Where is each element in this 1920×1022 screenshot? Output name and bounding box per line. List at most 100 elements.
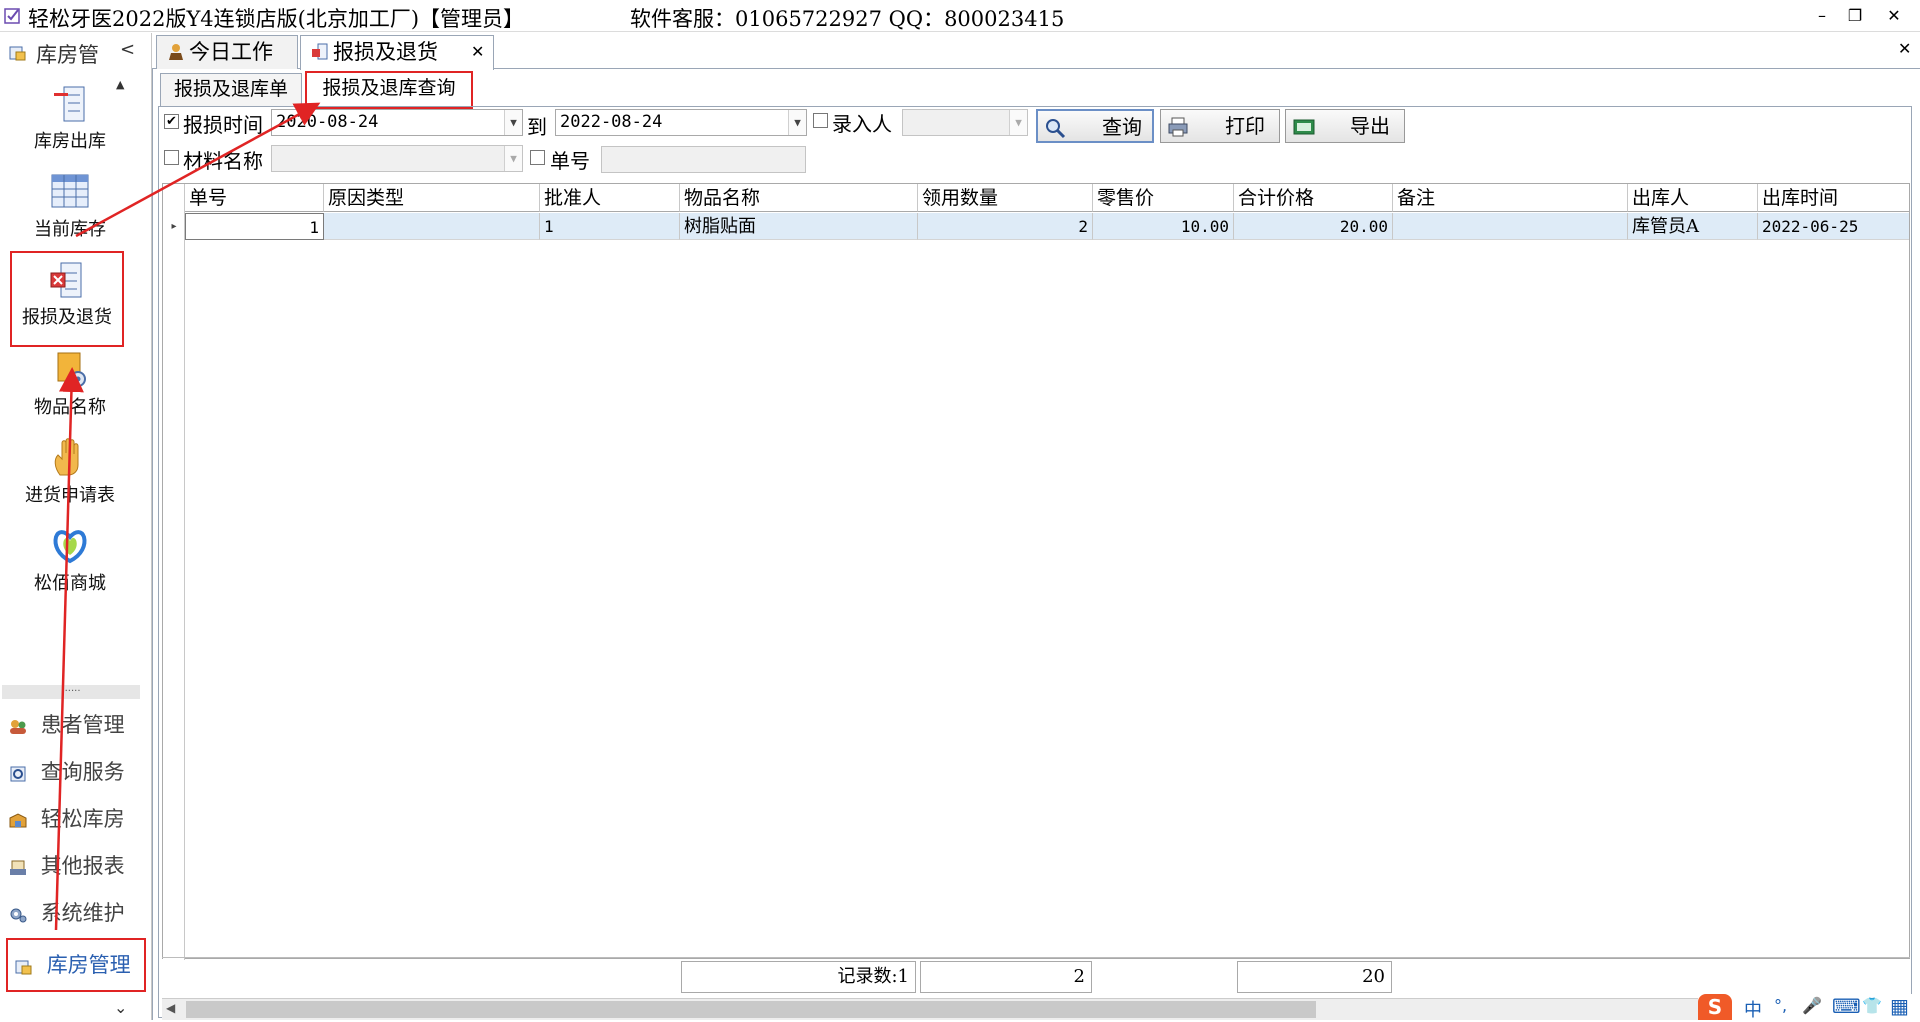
toolbox-icon[interactable]: ▦ (1890, 994, 1909, 1018)
sidebar-item-item-names[interactable]: 物品名称 (0, 349, 140, 419)
query-button-label: 查询 (1102, 115, 1142, 139)
col-header-item[interactable]: 物品名称 (680, 184, 918, 212)
panel-close-icon[interactable]: ✕ (1898, 39, 1911, 58)
module-warehouse[interactable]: 轻松库房 (8, 799, 148, 839)
ime-lang-toggle[interactable]: 中 (1744, 996, 1762, 1022)
module-patients[interactable]: 患者管理 (8, 705, 148, 745)
row-header-column (163, 184, 185, 960)
col-header-time[interactable]: 出库时间 (1758, 184, 1909, 212)
sidebar-item-stock[interactable]: 当前库存 (0, 171, 140, 241)
summary-divider (162, 957, 1910, 958)
module-label: 系统维护 (40, 901, 125, 925)
ime-toolbar: S 中 °, 🎤 ⌨ 👕 ▦ (1698, 994, 1920, 1022)
module-reports[interactable]: 其他报表 (8, 846, 148, 886)
damage-return-icon (312, 43, 328, 60)
search-icon (1046, 119, 1066, 139)
cell-reason[interactable] (324, 213, 540, 240)
module-label: 查询服务 (40, 760, 125, 784)
col-header-qty[interactable]: 领用数量 (918, 184, 1093, 212)
module-storage-mgmt[interactable]: 库房管理 (6, 938, 146, 992)
chevron-down-icon[interactable]: ▼ (504, 146, 522, 171)
tab-today-work[interactable]: 今日工作 (156, 35, 298, 69)
sidebar-item-mall[interactable]: 松佰商城 (0, 525, 140, 595)
entry-filter-checkbox[interactable] (813, 113, 828, 128)
date-from-value: 2020-08-24 (276, 112, 379, 132)
query-button[interactable]: 查询 (1036, 109, 1154, 143)
subtab-damage-return-form[interactable]: 报损及退库单 (160, 73, 302, 106)
restore-button[interactable]: ❐ (1833, 2, 1877, 30)
chevron-down-icon[interactable]: ▼ (788, 110, 806, 135)
title-bar: 轻松牙医2022版Y4连锁店版(北京加工厂)【管理员】 软件客服：0106572… (0, 0, 1920, 32)
subtab-damage-return-query[interactable]: 报损及退库查询 (305, 71, 473, 109)
print-button[interactable]: 打印 (1160, 109, 1280, 143)
app-icon (4, 8, 20, 24)
cell-time[interactable]: 2022-06-25 (1758, 213, 1909, 240)
sidebar-item-damage-return[interactable]: 报损及退货 (10, 251, 124, 347)
chevron-down-icon[interactable]: ▼ (504, 110, 522, 135)
order-filter-checkbox[interactable] (530, 150, 545, 165)
horizontal-scrollbar[interactable]: ◀ (162, 998, 1910, 1020)
keyboard-icon[interactable]: ⌨ (1832, 994, 1861, 1018)
results-grid: 单号 原因类型 批准人 物品名称 领用数量 零售价 合计价格 备注 出库人 出库… (162, 183, 1910, 960)
col-header-issuer[interactable]: 出库人 (1628, 184, 1758, 212)
export-button[interactable]: 导出 (1285, 109, 1405, 143)
date-from-field[interactable]: 2020-08-24 ▼ (271, 109, 523, 136)
entry-person-select[interactable]: ▼ (902, 109, 1028, 136)
date-to-field[interactable]: 2022-08-24 ▼ (555, 109, 807, 136)
sidebar-item-purchase-request[interactable]: 进货申请表 (0, 437, 140, 507)
cell-issuer[interactable]: 库管员A (1628, 213, 1758, 240)
sidebar-item-label: 物品名称 (34, 397, 106, 418)
scrollbar-thumb[interactable] (186, 1001, 1316, 1018)
module-query[interactable]: 查询服务 (8, 752, 148, 792)
module-label: 轻松库房 (40, 807, 125, 831)
sidebar-item-outbound[interactable]: 库房出库 (0, 83, 140, 153)
scroll-left-icon[interactable]: ◀ (166, 1001, 175, 1015)
microphone-icon[interactable]: 🎤 (1802, 996, 1822, 1015)
app-title: 轻松牙医2022版Y4连锁店版(北京加工厂)【管理员】 (28, 7, 525, 31)
date-filter-label: 报损时间 (183, 113, 263, 137)
cell-order-no[interactable]: 1 (185, 213, 324, 240)
module-label: 患者管理 (40, 713, 125, 737)
module-system[interactable]: 系统维护 (8, 893, 148, 933)
qty-total: 2 (920, 961, 1092, 993)
sidebar-item-label: 当前库存 (34, 219, 106, 240)
date-to-value: 2022-08-24 (560, 112, 663, 132)
sidebar-header[interactable]: 库房管 < (2, 37, 150, 69)
export-button-label: 导出 (1350, 114, 1390, 138)
ime-punct-toggle[interactable]: °, (1774, 996, 1787, 1015)
material-filter-checkbox[interactable] (164, 150, 179, 165)
close-button[interactable]: ✕ (1872, 2, 1916, 30)
cell-price[interactable]: 10.00 (1093, 213, 1234, 240)
col-header-note[interactable]: 备注 (1393, 184, 1628, 212)
col-header-reason[interactable]: 原因类型 (324, 184, 540, 212)
sidebar-splitter[interactable]: ...... (2, 684, 140, 699)
tab-damage-return[interactable]: 报损及退货 ✕ (300, 35, 494, 70)
hand-icon (54, 438, 79, 476)
cell-total[interactable]: 20.00 (1234, 213, 1393, 240)
material-name-select[interactable]: ▼ (271, 145, 523, 172)
tab-label: 报损及退货 (333, 40, 438, 64)
col-header-approver[interactable]: 批准人 (540, 184, 680, 212)
cell-qty[interactable]: 2 (918, 213, 1093, 240)
skin-icon[interactable]: 👕 (1862, 996, 1882, 1015)
print-button-label: 打印 (1225, 114, 1265, 138)
col-header-order-no[interactable]: 单号 (185, 184, 324, 212)
cell-approver[interactable]: 1 (540, 213, 680, 240)
mall-icon (53, 530, 87, 564)
main-tab-bar: 今日工作 报损及退货 ✕ ✕ (152, 33, 1920, 70)
tab-close-icon[interactable]: ✕ (471, 36, 484, 68)
col-header-price[interactable]: 零售价 (1093, 184, 1234, 212)
chevron-down-icon[interactable]: ▼ (1009, 110, 1027, 135)
storage-mgmt-icon (9, 46, 26, 61)
scroll-down-icon[interactable]: ⌄ (114, 998, 127, 1017)
col-header-total[interactable]: 合计价格 (1234, 184, 1393, 212)
sidebar-item-label: 进货申请表 (25, 485, 115, 506)
date-filter-checkbox[interactable]: ✔ (164, 114, 179, 129)
order-number-field[interactable] (601, 146, 806, 173)
cell-item[interactable]: 树脂贴面 (680, 213, 918, 240)
sidebar: 库房管 < ▲ 库房出库 当前库存 报损及退货 物品名称 进货申请表 松佰商城 … (0, 33, 152, 1020)
damage-return-icon (50, 262, 82, 298)
sogou-logo[interactable]: S (1698, 994, 1732, 1020)
cell-note[interactable] (1393, 213, 1628, 240)
collapse-icon[interactable]: < (120, 39, 135, 60)
